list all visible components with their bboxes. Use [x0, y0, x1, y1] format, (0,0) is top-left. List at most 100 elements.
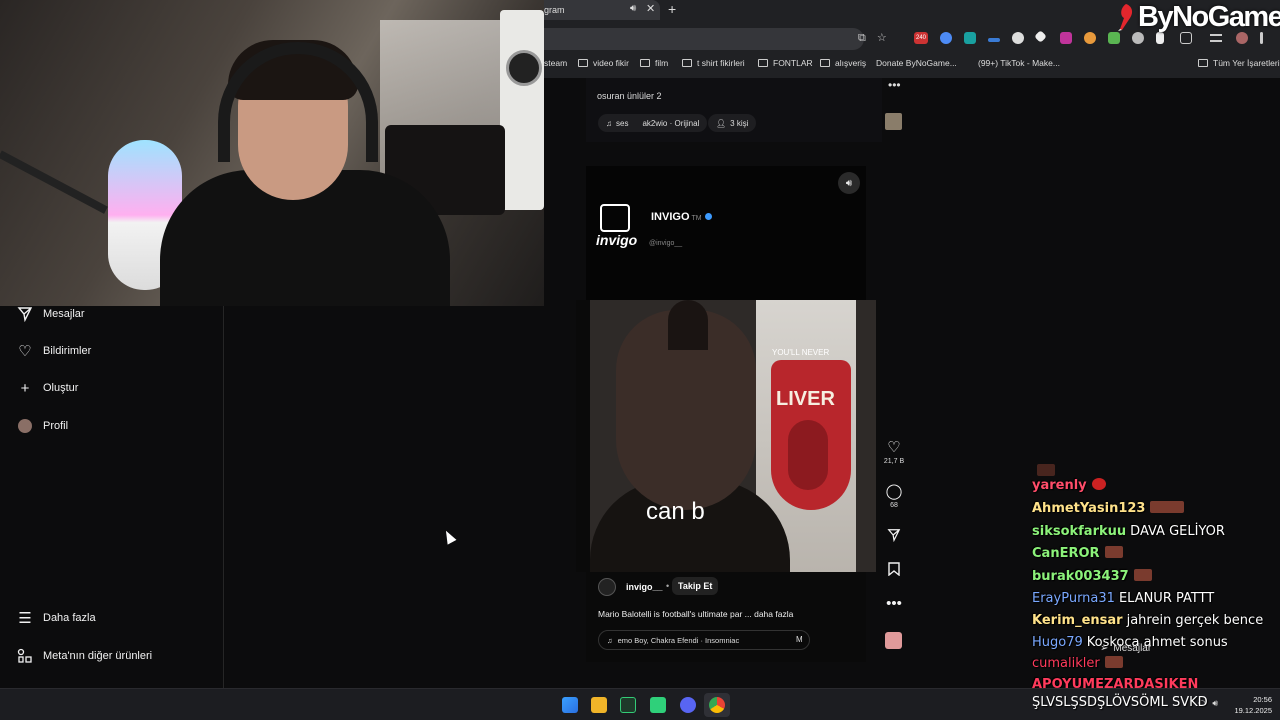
send-icon: ➢	[1100, 642, 1109, 654]
extension-icon[interactable]	[964, 32, 976, 44]
person-icon: 👤︎	[716, 118, 727, 128]
bookmark-folder[interactable]: alışveriş	[820, 58, 866, 68]
empty-panel	[225, 306, 545, 688]
sidebar-item-create[interactable]: + Oluştur	[16, 378, 79, 398]
bookmark-folder[interactable]: film	[640, 58, 668, 68]
bookmark-item[interactable]: (99+) TikTok - Make...	[978, 58, 1060, 68]
install-icon[interactable]: ⧉	[858, 32, 866, 44]
bookmark-icon	[883, 562, 905, 580]
address-bar[interactable]	[544, 28, 864, 50]
reel-username[interactable]: invigo__	[626, 582, 663, 592]
bookmark-folder[interactable]: FONTLAR	[758, 58, 813, 68]
tagged-people-pill[interactable]: 👤︎ 3 kişi	[708, 114, 757, 132]
chat-message: cumalikler	[1032, 656, 1123, 671]
folder-icon	[578, 59, 588, 67]
sidebar-item-label: Profil	[43, 420, 69, 432]
follow-button[interactable]: Takip Et	[672, 577, 719, 595]
extension-icon[interactable]	[1060, 32, 1072, 44]
bookmark-folder[interactable]: Tüm Yer İşaretleri	[1198, 58, 1280, 68]
account-display-name: INVIGO TM	[651, 211, 712, 223]
folder-icon	[640, 59, 650, 67]
terminal-icon[interactable]	[620, 697, 636, 713]
sidebar-item-label: Daha fazla	[43, 612, 96, 624]
bookmark-folder[interactable]: video fikir	[578, 58, 629, 68]
chat-username: burak003437	[1032, 569, 1129, 584]
reel-frame: YOU'LL NEVER LIVER can b	[576, 300, 876, 572]
plus-icon: +	[20, 379, 30, 397]
browser-tab[interactable]: gram 🔊︎ ✕	[544, 0, 660, 20]
heart-icon: ♡	[887, 439, 901, 456]
chat-username: Hugo79	[1032, 635, 1083, 650]
audio-avatar[interactable]	[885, 113, 902, 130]
messages-popup[interactable]: ➢ Mesajlar	[1100, 640, 1151, 656]
close-icon[interactable]: ✕	[646, 2, 655, 15]
comment-button[interactable]: ◯ 68	[883, 483, 905, 510]
extension-icon[interactable]	[1084, 32, 1096, 44]
more-options-icon[interactable]: •••	[888, 78, 901, 92]
chat-message: ErayPurna31 ELANUR PATTT	[1032, 591, 1215, 606]
folder-icon	[682, 59, 692, 67]
chat-username: cumalikler	[1032, 656, 1100, 671]
stream-chat: yarenly AhmetYasin123 siksokfarkuu DAVA G…	[1032, 460, 1280, 700]
chat-username: AhmetYasin123	[1032, 501, 1146, 516]
previous-reel	[586, 78, 882, 142]
more-options-button[interactable]: •••	[883, 596, 905, 612]
sidebar-item-more[interactable]: ☰ Daha fazla	[16, 608, 96, 628]
sidebar-item-meta-apps[interactable]: Meta'nın diğer ürünleri	[16, 646, 152, 666]
folder-icon	[758, 59, 768, 67]
sidebar-item-profile[interactable]: Profil	[16, 416, 68, 436]
like-button[interactable]: ♡ 21,7 B	[883, 439, 905, 466]
chat-emote	[1104, 546, 1123, 558]
speaker-icon[interactable]: 🔊︎	[630, 3, 636, 14]
extension-icon[interactable]	[988, 38, 1000, 42]
clock-time: 20:56	[1253, 695, 1272, 704]
discord-icon[interactable]	[680, 697, 696, 713]
bookmark-item[interactable]: Donate ByNoGame...	[876, 58, 957, 68]
chat-message	[1032, 464, 1055, 479]
avatar	[16, 417, 34, 435]
tab-title: gram	[544, 5, 565, 15]
chat-username: CanEROR	[1032, 546, 1100, 561]
music-pill[interactable]: ♫ emo Boy, Chakra Efendi · Insomniac	[598, 630, 810, 650]
chat-message: Kerim_ensar jahrein gerçek bence	[1032, 613, 1264, 628]
bookmark-folder[interactable]: t shirt fikirleri	[682, 58, 745, 68]
extension-icon[interactable]	[940, 32, 952, 44]
sidebar-item-label: Oluştur	[43, 382, 79, 394]
new-tab-button[interactable]: +	[668, 1, 676, 17]
start-icon[interactable]	[562, 697, 578, 713]
clock[interactable]: 20:56 19.12.2025	[1234, 694, 1272, 716]
chat-username: Kerim_ensar	[1032, 613, 1123, 628]
invigo-logo: invigo	[596, 204, 642, 248]
share-button[interactable]	[883, 528, 905, 546]
browser-chrome: gram 🔊︎ ✕ + ⧉ ☆ 240 ByNoGame steam video…	[544, 0, 1280, 78]
star-icon[interactable]: ☆	[877, 32, 887, 44]
avatar[interactable]	[598, 578, 616, 596]
volume-icon[interactable]: 🔊︎	[838, 172, 860, 194]
chrome-icon[interactable]	[709, 697, 725, 713]
save-button[interactable]	[883, 562, 905, 580]
webcam-overlay	[0, 0, 544, 306]
extension-icon[interactable]	[1034, 30, 1047, 43]
send-icon	[883, 528, 905, 546]
sidebar-item-notifications[interactable]: ♡ Bildirimler	[16, 341, 91, 361]
reel-video[interactable]: 🔊︎ invigo INVIGO TM @invigo__ YOU'LL NEVE…	[576, 166, 876, 662]
account-handle: @invigo__	[649, 240, 683, 247]
audio-avatar[interactable]	[885, 632, 902, 649]
audio-pill[interactable]: ♫ ses ak2wio · Orijinal	[598, 114, 708, 132]
reel-description[interactable]: Mario Balotelli is football's ultimate p…	[598, 609, 793, 619]
music-icon: ♫	[607, 635, 613, 645]
post-caption: osuran ünlüler 2	[597, 91, 662, 101]
app-icon[interactable]	[650, 697, 666, 713]
music-icon: ♫	[606, 118, 612, 128]
sidebar-item-messages[interactable]: Mesajlar	[16, 304, 85, 324]
file-explorer-icon[interactable]	[591, 697, 607, 713]
extension-badge[interactable]: 240	[914, 32, 928, 44]
chat-username: yarenly	[1032, 478, 1087, 493]
sidebar-item-label: Meta'nın diğer ürünleri	[43, 650, 153, 662]
reel-footer: invigo__ • Takip Et Mario Balotelli is f…	[586, 572, 866, 662]
comment-icon: ◯	[885, 483, 903, 500]
chat-emote	[1037, 464, 1055, 476]
meta-apps-icon	[16, 647, 34, 665]
extension-icon[interactable]	[1012, 32, 1024, 44]
bookmark-item[interactable]: steam	[544, 58, 567, 68]
